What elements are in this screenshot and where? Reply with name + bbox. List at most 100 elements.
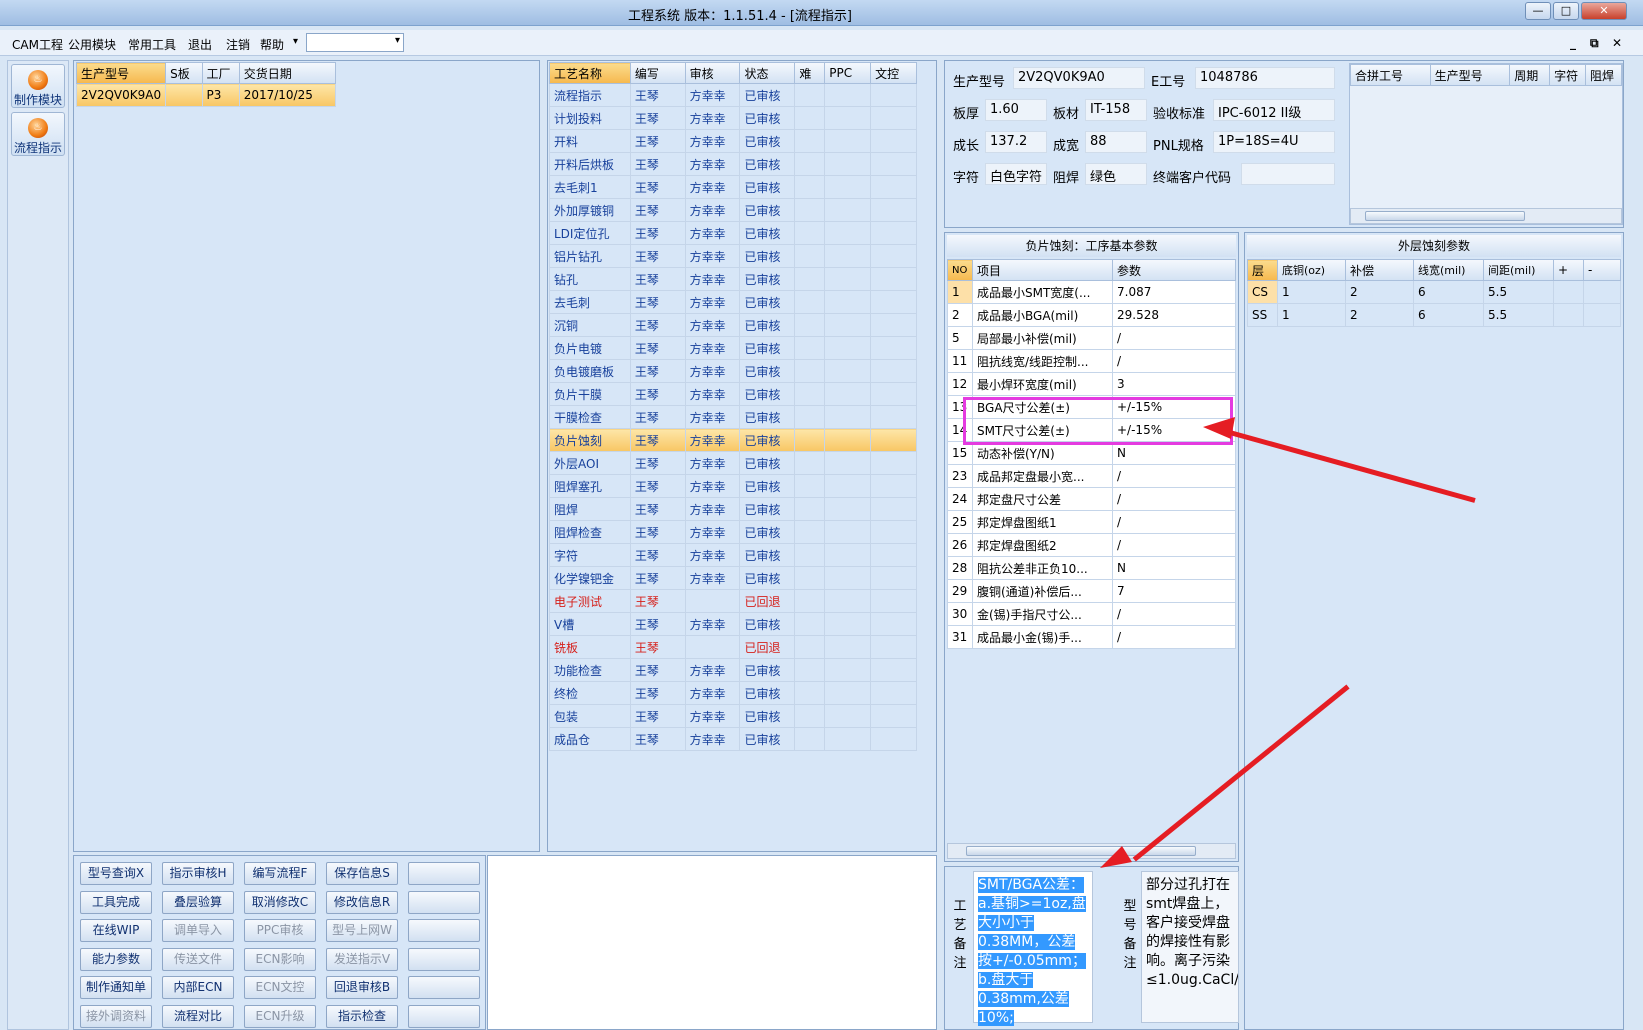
col-author[interactable]: 编写 bbox=[629, 62, 686, 84]
mdi-close-button[interactable]: ✕ bbox=[1612, 36, 1622, 50]
customer-field[interactable] bbox=[1241, 163, 1335, 185]
process-row[interactable]: 阻焊检查 王琴 方幸幸 已审核 bbox=[549, 520, 917, 544]
process-row[interactable]: 铣板 王琴 已回退 bbox=[549, 635, 917, 659]
col-comp[interactable]: 补偿 bbox=[1345, 259, 1414, 281]
material-field[interactable]: IT-158 bbox=[1085, 99, 1147, 121]
col-factory[interactable]: 工厂 bbox=[201, 62, 240, 84]
etch-row[interactable]: SS 1 2 6 5.5 bbox=[1247, 303, 1621, 327]
process-row[interactable]: 功能检查 王琴 方幸幸 已审核 bbox=[549, 658, 917, 682]
col-param[interactable]: 参数 bbox=[1112, 259, 1236, 281]
col-merge-mask[interactable]: 阻焊 bbox=[1585, 64, 1622, 86]
param-row[interactable]: 24 邦定盘尺寸公差 / bbox=[947, 487, 1236, 511]
e-no-field[interactable]: 1048786 bbox=[1195, 67, 1335, 89]
char-field[interactable]: 白色字符 bbox=[985, 163, 1047, 185]
action-button[interactable]: 保存信息S bbox=[326, 862, 398, 885]
action-button[interactable]: 流程对比 bbox=[162, 1004, 234, 1028]
action-button[interactable] bbox=[408, 947, 480, 971]
param-row[interactable]: 29 腹铜(通道)补偿后... 7 bbox=[947, 579, 1236, 603]
action-button[interactable]: 修改信息R bbox=[326, 890, 398, 914]
menu-logout[interactable]: 注销 bbox=[226, 36, 250, 53]
action-button[interactable] bbox=[408, 919, 480, 942]
process-row[interactable]: 开料后烘板 王琴 方幸幸 已审核 bbox=[549, 152, 917, 176]
col-process-name[interactable]: 工艺名称 bbox=[549, 62, 631, 84]
menu-cam[interactable]: CAM工程 bbox=[12, 36, 63, 53]
chevron-down-icon[interactable]: ▾ bbox=[293, 36, 298, 47]
action-button[interactable]: 传送文件 bbox=[162, 947, 234, 971]
action-button[interactable]: ECN文控 bbox=[244, 976, 316, 999]
param-row[interactable]: 2 成品最小BGA(mil) 29.528 bbox=[947, 303, 1236, 327]
scroll-thumb[interactable] bbox=[1365, 211, 1525, 221]
process-row[interactable]: 铝片钻孔 王琴 方幸幸 已审核 bbox=[549, 244, 917, 268]
toolbar-combo[interactable] bbox=[306, 33, 404, 52]
thickness-field[interactable]: 1.60 bbox=[985, 99, 1047, 121]
process-row[interactable]: 外加厚镀铜 王琴 方幸幸 已审核 bbox=[549, 198, 917, 222]
col-item[interactable]: 项目 bbox=[972, 259, 1113, 281]
scroll-thumb[interactable] bbox=[966, 846, 1196, 856]
col-no[interactable]: NO bbox=[947, 259, 973, 281]
process-row[interactable]: 沉铜 王琴 方幸幸 已审核 bbox=[549, 313, 917, 337]
process-row[interactable]: 成品仓 王琴 方幸幸 已审核 bbox=[549, 727, 917, 751]
col-merge-no[interactable]: 合拼工号 bbox=[1350, 64, 1431, 86]
menu-common-module[interactable]: 公用模块 bbox=[68, 36, 116, 53]
col-merge-char[interactable]: 字符 bbox=[1549, 64, 1587, 86]
action-button[interactable]: 调单导入 bbox=[162, 919, 234, 942]
param-row[interactable]: 28 阻抗公差非正负10... N bbox=[947, 556, 1236, 580]
process-row[interactable]: 负片干膜 王琴 方幸幸 已审核 bbox=[549, 382, 917, 406]
params-scrollbar[interactable] bbox=[947, 843, 1236, 859]
process-row[interactable]: 开料 王琴 方幸幸 已审核 bbox=[549, 129, 917, 153]
action-button[interactable]: 指示检查 bbox=[326, 1004, 398, 1028]
maximize-button[interactable]: □ bbox=[1553, 2, 1579, 20]
minimize-button[interactable]: — bbox=[1525, 2, 1551, 20]
col-s-board[interactable]: S板 bbox=[165, 62, 203, 84]
process-row[interactable]: 干膜检查 王琴 方幸幸 已审核 bbox=[549, 405, 917, 429]
action-button[interactable]: 回退审核B bbox=[326, 976, 398, 999]
action-button[interactable]: 内部ECN bbox=[162, 976, 234, 999]
action-button[interactable]: 在线WIP bbox=[80, 919, 152, 942]
process-row[interactable]: 负片蚀刻 王琴 方幸幸 已审核 bbox=[549, 428, 917, 452]
action-button[interactable]: 发送指示V bbox=[326, 947, 398, 971]
param-row[interactable]: 25 邦定焊盘图纸1/ bbox=[947, 510, 1236, 534]
standard-field[interactable]: IPC-6012 II级 bbox=[1213, 99, 1335, 121]
action-button[interactable]: ECN影响 bbox=[244, 947, 316, 971]
process-remark-field[interactable]: SMT/BGA公差：a.基铜>=1oz,盘大小小于0.38MM，公差按+/-0.… bbox=[973, 871, 1093, 1026]
action-button[interactable]: 指示审核H bbox=[162, 862, 234, 885]
action-button[interactable]: 能力参数 bbox=[80, 947, 152, 971]
process-row[interactable]: 阻焊塞孔 王琴 方幸幸 已审核 bbox=[549, 474, 917, 498]
process-row[interactable]: 负片电镀 王琴 方幸幸 已审核 bbox=[549, 336, 917, 360]
col-base-copper[interactable]: 底铜(oz) bbox=[1277, 259, 1346, 281]
pnl-field[interactable]: 1P=18S=4U bbox=[1213, 131, 1335, 153]
action-button[interactable]: 工具完成 bbox=[80, 890, 152, 914]
col-reviewer[interactable]: 审核 bbox=[684, 62, 741, 84]
process-row[interactable]: 计划投料 王琴 方幸幸 已审核 bbox=[549, 106, 917, 130]
param-row[interactable]: 30 金(锡)手指尺寸公... / bbox=[947, 602, 1236, 626]
action-button[interactable] bbox=[408, 1004, 480, 1028]
model-remark-field[interactable]: 部分过孔打在smt焊盘上，客户接受焊盘的焊接性有影响。离子污染≤1.0ug.Ca… bbox=[1141, 871, 1239, 1023]
param-row[interactable]: 23 成品邦定盘最小宽... / bbox=[947, 464, 1236, 488]
col-prod-model[interactable]: 生产型号 bbox=[75, 62, 167, 84]
col-merge-cycle[interactable]: 周期 bbox=[1509, 64, 1551, 86]
col-merge-model[interactable]: 生产型号 bbox=[1429, 64, 1511, 86]
param-row[interactable]: 5 局部最小补偿(mil) / bbox=[947, 326, 1236, 350]
nav-process-instruction[interactable]: ♨ 流程指示 bbox=[11, 112, 65, 156]
action-button[interactable]: 型号查询X bbox=[80, 862, 152, 885]
action-button[interactable]: 接外调资料 bbox=[80, 1004, 152, 1028]
col-delivery-date[interactable]: 交货日期 bbox=[238, 62, 337, 84]
action-button[interactable]: 制作通知单 bbox=[80, 976, 152, 999]
mask-field[interactable]: 绿色 bbox=[1085, 163, 1147, 185]
menu-common-tools[interactable]: 常用工具 bbox=[128, 36, 176, 53]
close-button[interactable]: ✕ bbox=[1581, 2, 1627, 20]
col-line-width[interactable]: 线宽(mil) bbox=[1413, 259, 1484, 281]
col-layer[interactable]: 层 bbox=[1247, 259, 1278, 281]
col-plus[interactable]: + bbox=[1553, 259, 1584, 281]
mdi-restore-button[interactable]: ⧉ bbox=[1590, 36, 1599, 51]
action-button[interactable]: 型号上网W bbox=[326, 919, 398, 942]
process-row[interactable]: 负电镀磨板 王琴 方幸幸 已审核 bbox=[549, 359, 917, 383]
etch-row[interactable]: CS 1 2 6 5.5 bbox=[1247, 280, 1621, 304]
process-row[interactable]: 去毛刺1 王琴 方幸幸 已审核 bbox=[549, 175, 917, 199]
col-ppc[interactable]: PPC bbox=[824, 62, 872, 84]
action-button[interactable]: 叠层验算 bbox=[162, 890, 234, 914]
action-button[interactable] bbox=[408, 862, 480, 885]
action-button[interactable]: 取消修改C bbox=[244, 890, 316, 914]
mdi-minimize-button[interactable]: _ bbox=[1570, 36, 1576, 50]
process-row[interactable]: 阻焊 王琴 方幸幸 已审核 bbox=[549, 497, 917, 521]
